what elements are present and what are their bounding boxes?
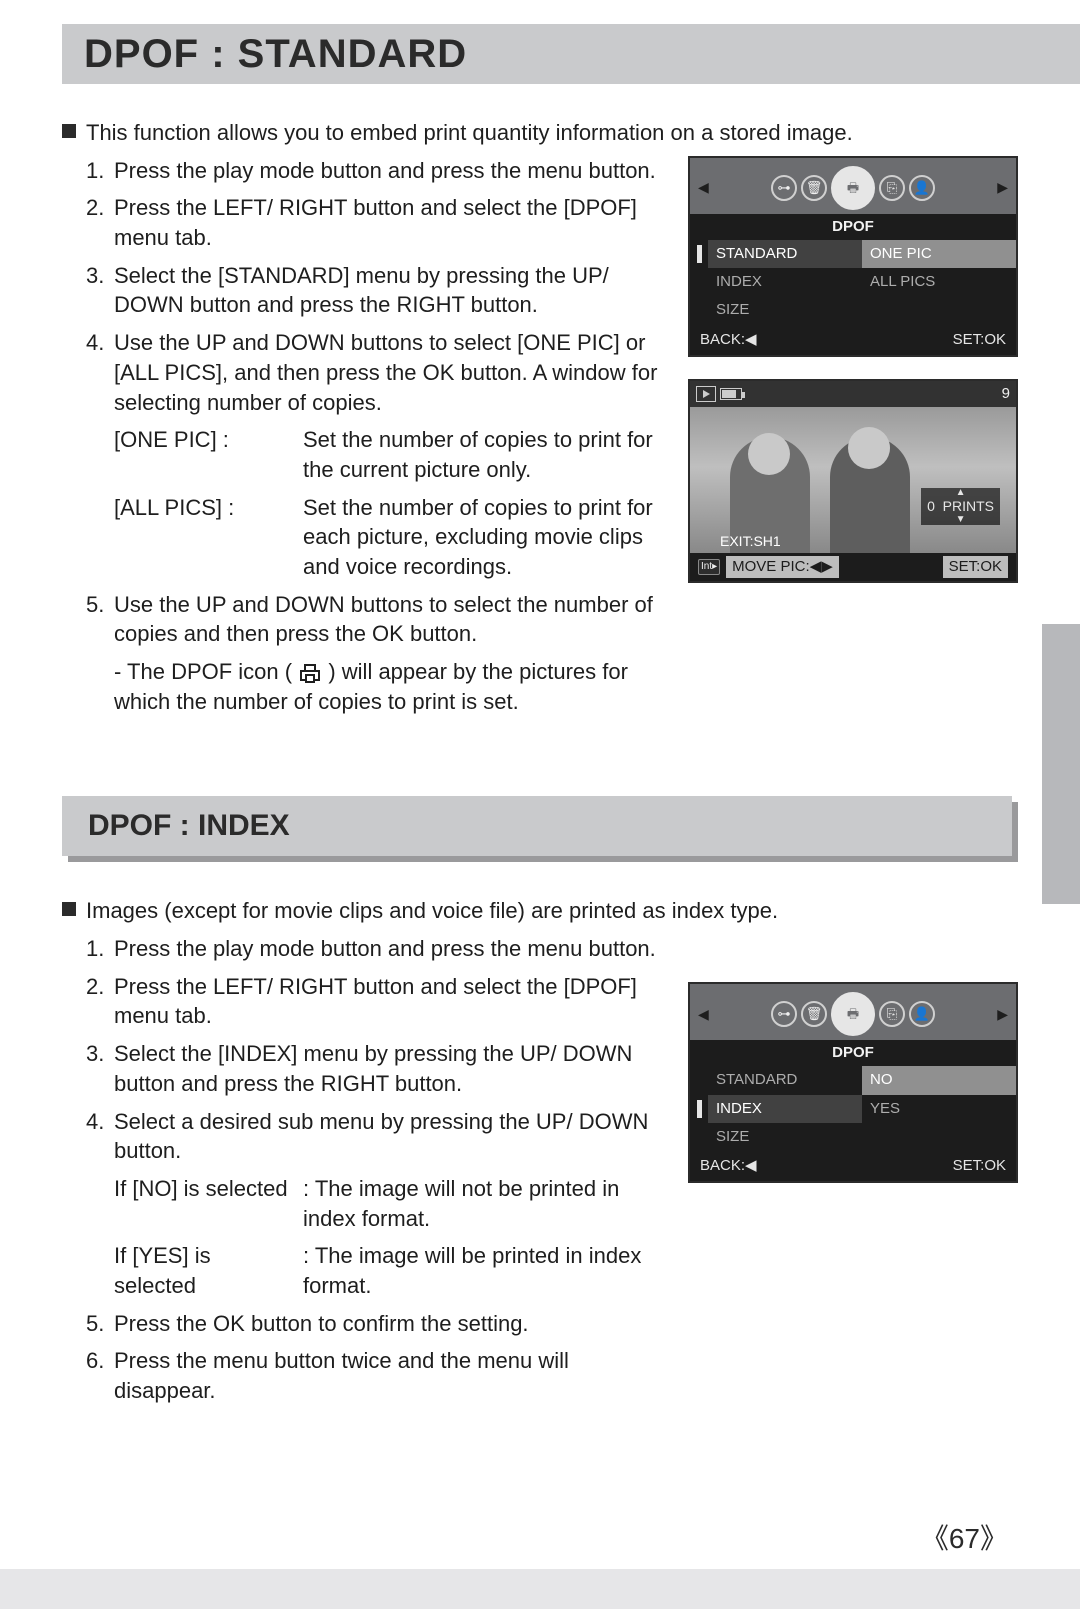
onepic-def: [ONE PIC] : Set the number of copies to … — [62, 425, 674, 484]
no-desc: : The image will not be printed in index… — [303, 1174, 674, 1233]
standard-steps: 1.Press the play mode button and press t… — [62, 156, 674, 418]
allpics-def: [ALL PICS] : Set the number of copies to… — [62, 493, 674, 582]
list-item: 2.Press the LEFT/ RIGHT button and selec… — [114, 193, 674, 252]
frame-count: 9 — [1002, 384, 1010, 404]
camera-lcd-prints: 9 ▲ 0 PRINTS ▼ EXIT:SH1 Int▸ MOVE PIC:◀▶… — [688, 379, 1018, 583]
row-marker — [690, 1095, 708, 1123]
lcd-back-label: BACK:◀ — [700, 1156, 757, 1176]
page-header: DPOF : STANDARD — [62, 24, 1080, 84]
page-number: 《67》 — [921, 1520, 1008, 1559]
list-item: 3.Select the [STANDARD] menu by pressing… — [114, 261, 674, 320]
yes-label: If [YES] is selected — [114, 1241, 297, 1300]
left-arrow-icon: ◀ — [698, 178, 709, 197]
exit-label: EXIT:SH1 — [720, 532, 781, 551]
index-steps-2: 5.Press the OK button to confirm the set… — [62, 1309, 674, 1406]
allpics-label: [ALL PICS] : — [114, 493, 297, 582]
no-def: If [NO] is selected : The image will not… — [62, 1174, 674, 1233]
right-arrow-icon: ▶ — [997, 178, 1008, 197]
menu-item-allpics: ALL PICS — [862, 268, 1016, 296]
person-icon: 👤 — [909, 175, 935, 201]
menu-item-standard: STANDARD — [708, 1066, 862, 1094]
lcd-menu-title: DPOF — [690, 1040, 1016, 1066]
person-icon: 👤 — [909, 1001, 935, 1027]
copy-icon: ⎘ — [879, 175, 905, 201]
right-arrow-icon: ▶ — [997, 1005, 1008, 1024]
lcd-menu-title: DPOF — [690, 214, 1016, 240]
lcd-set-label: SET:OK — [953, 330, 1006, 350]
menu-item-onepic: ONE PIC — [862, 240, 1016, 268]
key-icon: ⊶ — [771, 175, 797, 201]
menu-item-size: SIZE — [708, 1123, 862, 1151]
allpics-desc: Set the number of copies to print for ea… — [303, 493, 674, 582]
onepic-label: [ONE PIC] : — [114, 425, 297, 484]
yes-desc: : The image will be printed in index for… — [303, 1241, 674, 1300]
section-index: Images (except for movie clips and voice… — [0, 862, 1080, 1413]
no-label: If [NO] is selected — [114, 1174, 297, 1233]
battery-icon — [720, 388, 742, 400]
dpof-note: - The DPOF icon ( ) will appear by the p… — [62, 657, 674, 716]
menu-item-standard: STANDARD — [708, 240, 862, 268]
square-bullet-icon — [62, 902, 76, 916]
trash-icon: 🗑 — [801, 1001, 827, 1027]
left-arrow-icon: ◀ — [698, 1005, 709, 1024]
list-item: 4.Select a desired sub menu by pressing … — [114, 1107, 674, 1166]
standard-steps-2: 5.Use the UP and DOWN buttons to select … — [62, 590, 674, 649]
menu-item-yes: YES — [862, 1095, 1016, 1123]
list-item: 3.Select the [INDEX] menu by pressing th… — [114, 1039, 674, 1098]
list-item: 1.Press the play mode button and press t… — [114, 934, 674, 964]
key-icon: ⊶ — [771, 1001, 797, 1027]
list-item: 2.Press the LEFT/ RIGHT button and selec… — [114, 972, 674, 1031]
list-item: 5.Use the UP and DOWN buttons to select … — [114, 590, 674, 649]
onepic-desc: Set the number of copies to print for th… — [303, 425, 674, 484]
subheader-title: DPOF : INDEX — [88, 806, 290, 847]
intro-text: Images (except for movie clips and voice… — [86, 896, 778, 926]
playback-icon — [696, 386, 716, 402]
bottom-decor-strip — [0, 1569, 1080, 1609]
int-icon: Int▸ — [698, 559, 720, 575]
prints-spinner: ▲ 0 PRINTS ▼ — [921, 488, 1000, 525]
intro-text: This function allows you to embed print … — [86, 118, 853, 148]
menu-item-index: INDEX — [708, 268, 862, 296]
print-tab-icon: 🖶 — [831, 166, 875, 210]
menu-item-no: NO — [862, 1066, 1016, 1094]
subheader: DPOF : INDEX — [62, 796, 1018, 862]
row-marker — [690, 240, 708, 268]
intro-row: Images (except for movie clips and voice… — [62, 896, 1018, 926]
list-item: 1.Press the play mode button and press t… — [114, 156, 674, 186]
section-standard: This function allows you to embed print … — [0, 84, 1080, 716]
lcd-set-label: SET:OK — [953, 1156, 1006, 1176]
list-item: 4.Use the UP and DOWN buttons to select … — [114, 328, 674, 417]
copy-icon: ⎘ — [879, 1001, 905, 1027]
square-bullet-icon — [62, 124, 76, 138]
yes-def: If [YES] is selected : The image will be… — [62, 1241, 674, 1300]
index-steps: 1.Press the play mode button and press t… — [62, 934, 674, 1166]
menu-item-size: SIZE — [708, 296, 862, 324]
camera-lcd-dpof-standard: ◀ ⊶ 🗑 🖶 ⎘ 👤 ▶ DPOF STANDARD O — [688, 156, 1018, 357]
list-item: 5.Press the OK button to confirm the set… — [114, 1309, 674, 1339]
intro-row: This function allows you to embed print … — [62, 118, 1018, 148]
dpof-print-icon — [298, 663, 322, 683]
page-thumb-tab — [1042, 624, 1080, 904]
print-tab-icon: 🖶 — [831, 992, 875, 1036]
set-ok-label: SET:OK — [943, 556, 1008, 578]
list-item: 6.Press the menu button twice and the me… — [114, 1346, 674, 1405]
menu-item-index: INDEX — [708, 1095, 862, 1123]
camera-lcd-dpof-index: ◀ ⊶ 🗑 🖶 ⎘ 👤 ▶ DPOF STANDARD N — [688, 982, 1018, 1183]
trash-icon: 🗑 — [801, 175, 827, 201]
move-pic-label: MOVE PIC:◀▶ — [726, 556, 839, 578]
page-title: DPOF : STANDARD — [84, 27, 467, 81]
lcd-back-label: BACK:◀ — [700, 330, 757, 350]
